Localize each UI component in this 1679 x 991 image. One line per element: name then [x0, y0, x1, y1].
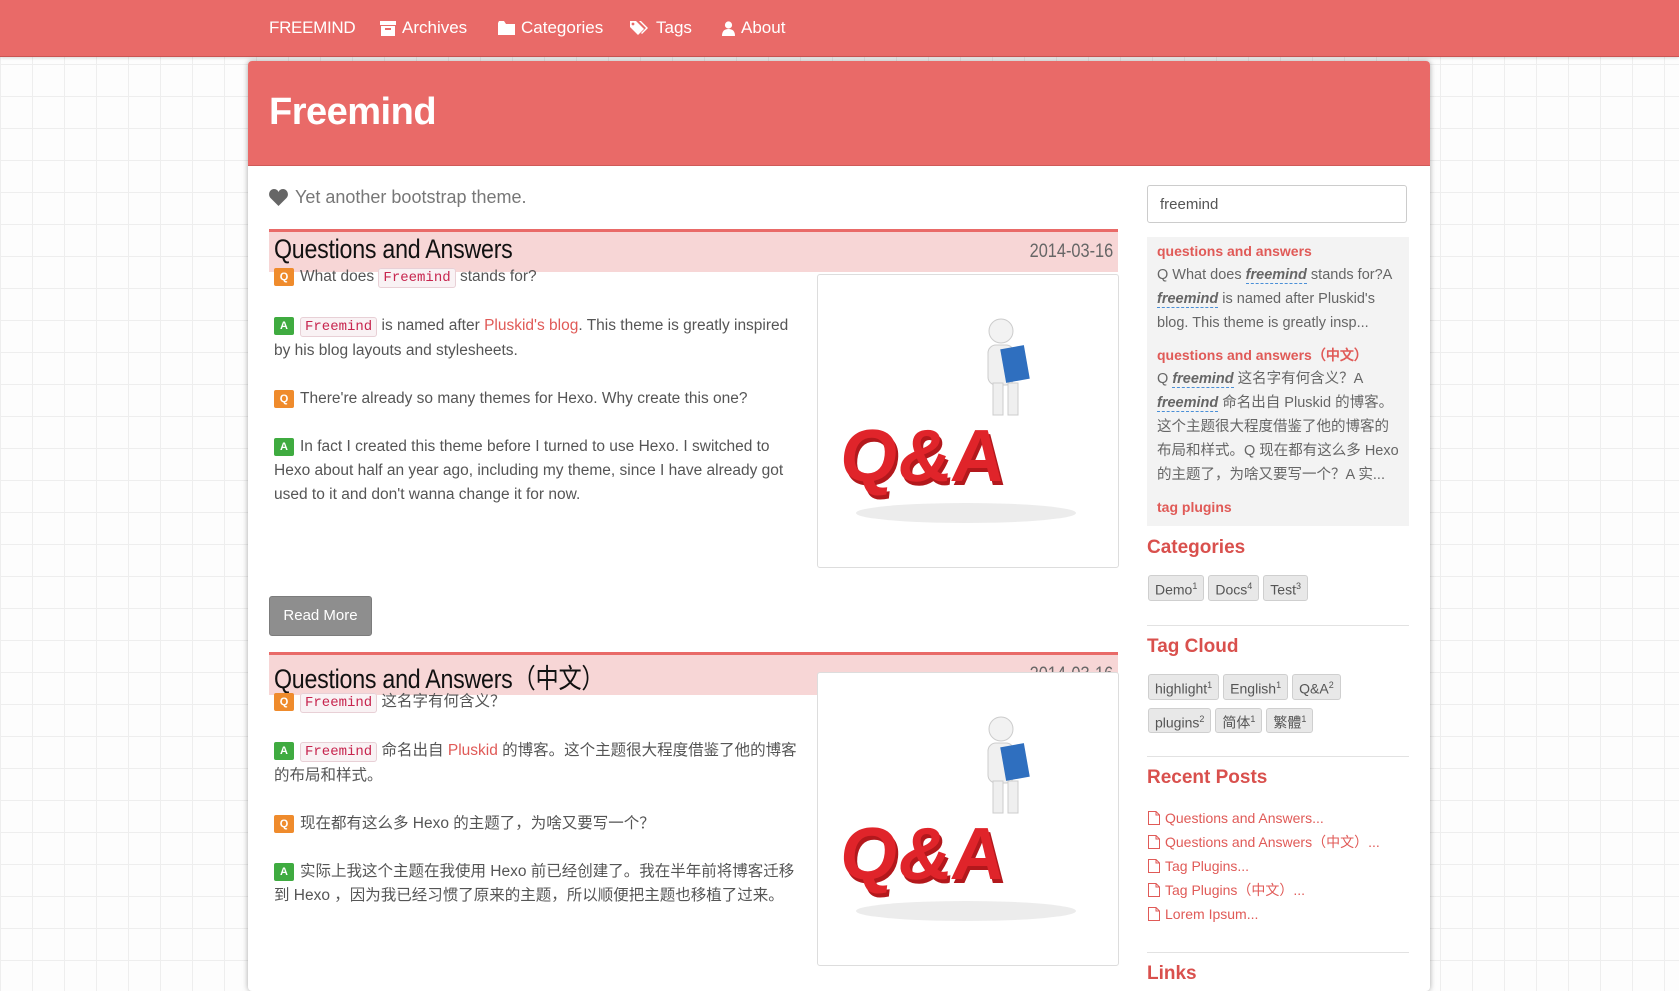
qa-illustration: Q&A Q&A — [837, 716, 1076, 921]
qa-illustration: Q&A Q&A — [837, 318, 1076, 523]
nav-archives-label: Archives — [402, 18, 468, 37]
recent-posts-heading: Recent Posts — [1147, 767, 1268, 788]
inline-code: Freemind — [300, 742, 378, 762]
search-result[interactable]: questions and answers（中文） Q freemind 这名字… — [1147, 343, 1409, 487]
file-icon — [1148, 835, 1160, 849]
category-chip[interactable]: Docs4 — [1208, 575, 1260, 601]
heart-icon — [269, 189, 288, 206]
text: What does — [300, 268, 375, 285]
nav-about[interactable]: About — [722, 0, 785, 56]
site-tagline: Yet another bootstrap theme. — [269, 187, 527, 208]
file-icon — [1148, 883, 1160, 897]
inline-code: Freemind — [300, 693, 378, 713]
tag-cloud: highlight1 English1 Q&A2 plugins2 简体1 繁體1 — [1148, 674, 1410, 741]
text: 命名出自 — [381, 742, 444, 759]
tag-chip[interactable]: plugins2 — [1148, 707, 1212, 734]
site-header: Freemind — [248, 61, 1430, 166]
nav-tags-label: Tags — [656, 18, 692, 37]
pluskid-link[interactable]: Pluskid — [448, 742, 498, 759]
question-badge: Q — [274, 815, 294, 833]
search-result-title[interactable]: tag plugins — [1157, 495, 1399, 519]
divider — [1147, 952, 1409, 953]
tag-chip[interactable]: highlight1 — [1148, 674, 1220, 700]
categories-heading: Categories — [1147, 537, 1246, 558]
category-chip[interactable]: Test3 — [1263, 575, 1308, 601]
question-badge: Q — [274, 268, 294, 286]
tagcloud-heading: Tag Cloud — [1147, 636, 1239, 657]
tag-chip[interactable]: English1 — [1223, 674, 1289, 700]
pluskid-blog-link[interactable]: Pluskid's blog — [484, 317, 578, 334]
recent-post-link[interactable]: Tag Plugins（中文）... — [1148, 878, 1410, 902]
text: 实际上我这个主题在我使用 Hexo 前已经创建了。我在半年前将博客迁移到 Hex… — [274, 863, 795, 904]
text: In fact I created this theme before I tu… — [274, 438, 784, 503]
search-result-snippet: Q freemind 这名字有何含义？A freemind 命名出自 Plusk… — [1157, 371, 1399, 483]
recent-post-link[interactable]: Lorem Ipsum... — [1148, 902, 1410, 926]
answer-badge: A — [274, 863, 294, 881]
tag-chip[interactable]: 繁體1 — [1266, 707, 1314, 734]
text: 这名字有何含义？ — [381, 693, 506, 710]
post-thumbnail: Q&A Q&A — [817, 274, 1119, 568]
recent-posts-list: Questions and Answers... Questions and A… — [1148, 806, 1410, 926]
tag-chip[interactable]: 简体1 — [1215, 707, 1263, 734]
nav-tags[interactable]: Tags — [630, 0, 692, 56]
answer-badge: A — [274, 317, 294, 335]
post-excerpt: Q Freemind 这名字有何含义？ A Freemind 命名出自 Pluski… — [274, 690, 806, 932]
top-navbar: FREEMIND Archives Categories Tags About — [0, 0, 1679, 57]
search-result[interactable]: questions and answers Q What does freemi… — [1147, 239, 1409, 335]
recent-post-link[interactable]: Questions and Answers（中文）... — [1148, 830, 1410, 854]
text: stands for? — [459, 268, 537, 285]
user-icon — [722, 20, 735, 36]
text: There're already so many themes for Hexo… — [300, 390, 748, 407]
tag-chip[interactable]: Q&A2 — [1292, 674, 1341, 700]
brand-link[interactable]: FREEMIND — [269, 0, 356, 56]
answer-badge: A — [274, 438, 294, 456]
search-result[interactable]: tag plugins — [1147, 495, 1409, 519]
question-badge: Q — [274, 390, 294, 408]
nav-categories-label: Categories — [521, 18, 604, 37]
file-icon — [1148, 811, 1160, 825]
archive-icon — [380, 20, 396, 36]
post-date: 2014-03-16 — [1029, 241, 1113, 262]
nav-archives[interactable]: Archives — [380, 0, 467, 56]
search-results: questions and answers Q What does freemi… — [1147, 237, 1409, 526]
text: 现在都有这么多 Hexo 的主题了，为啥又要写一个？ — [300, 815, 655, 832]
recent-post-link[interactable]: Tag Plugins... — [1148, 854, 1410, 878]
post-thumbnail: Q&A Q&A — [817, 672, 1119, 966]
nav-categories[interactable]: Categories — [498, 0, 603, 56]
answer-badge: A — [274, 742, 294, 760]
folder-icon — [498, 21, 515, 35]
qa-text-front: Q&A — [837, 812, 1010, 895]
file-icon — [1148, 907, 1160, 921]
file-icon — [1148, 859, 1160, 873]
site-title: Freemind — [269, 91, 437, 133]
tagline-text: Yet another bootstrap theme. — [295, 187, 527, 207]
search-input[interactable] — [1147, 185, 1407, 223]
divider — [1147, 756, 1409, 757]
links-heading: Links — [1147, 963, 1197, 984]
category-chip[interactable]: Demo1 — [1148, 575, 1205, 601]
search-result-title[interactable]: questions and answers — [1157, 239, 1399, 263]
search-result-snippet: Q What does freemind stands for?A freemi… — [1157, 267, 1392, 331]
inline-code: Freemind — [378, 268, 456, 288]
qa-text-front: Q&A — [837, 414, 1010, 497]
search-result-title[interactable]: questions and answers（中文） — [1157, 343, 1399, 367]
main-container: Freemind Yet another bootstrap theme. Qu… — [248, 61, 1430, 991]
divider — [1147, 625, 1409, 626]
nav-about-label: About — [741, 18, 786, 37]
tags-icon — [630, 21, 648, 35]
inline-code: Freemind — [300, 317, 378, 337]
post-excerpt: Q What does Freemind stands for? A Freemin… — [274, 265, 806, 531]
text: is named after — [381, 317, 480, 334]
post-title[interactable]: Questions and Answers — [274, 234, 513, 265]
categories-list: Demo1 Docs4 Test3 — [1148, 575, 1410, 609]
read-more-button[interactable]: Read More — [269, 596, 372, 636]
recent-post-link[interactable]: Questions and Answers... — [1148, 806, 1410, 830]
question-badge: Q — [274, 693, 294, 711]
